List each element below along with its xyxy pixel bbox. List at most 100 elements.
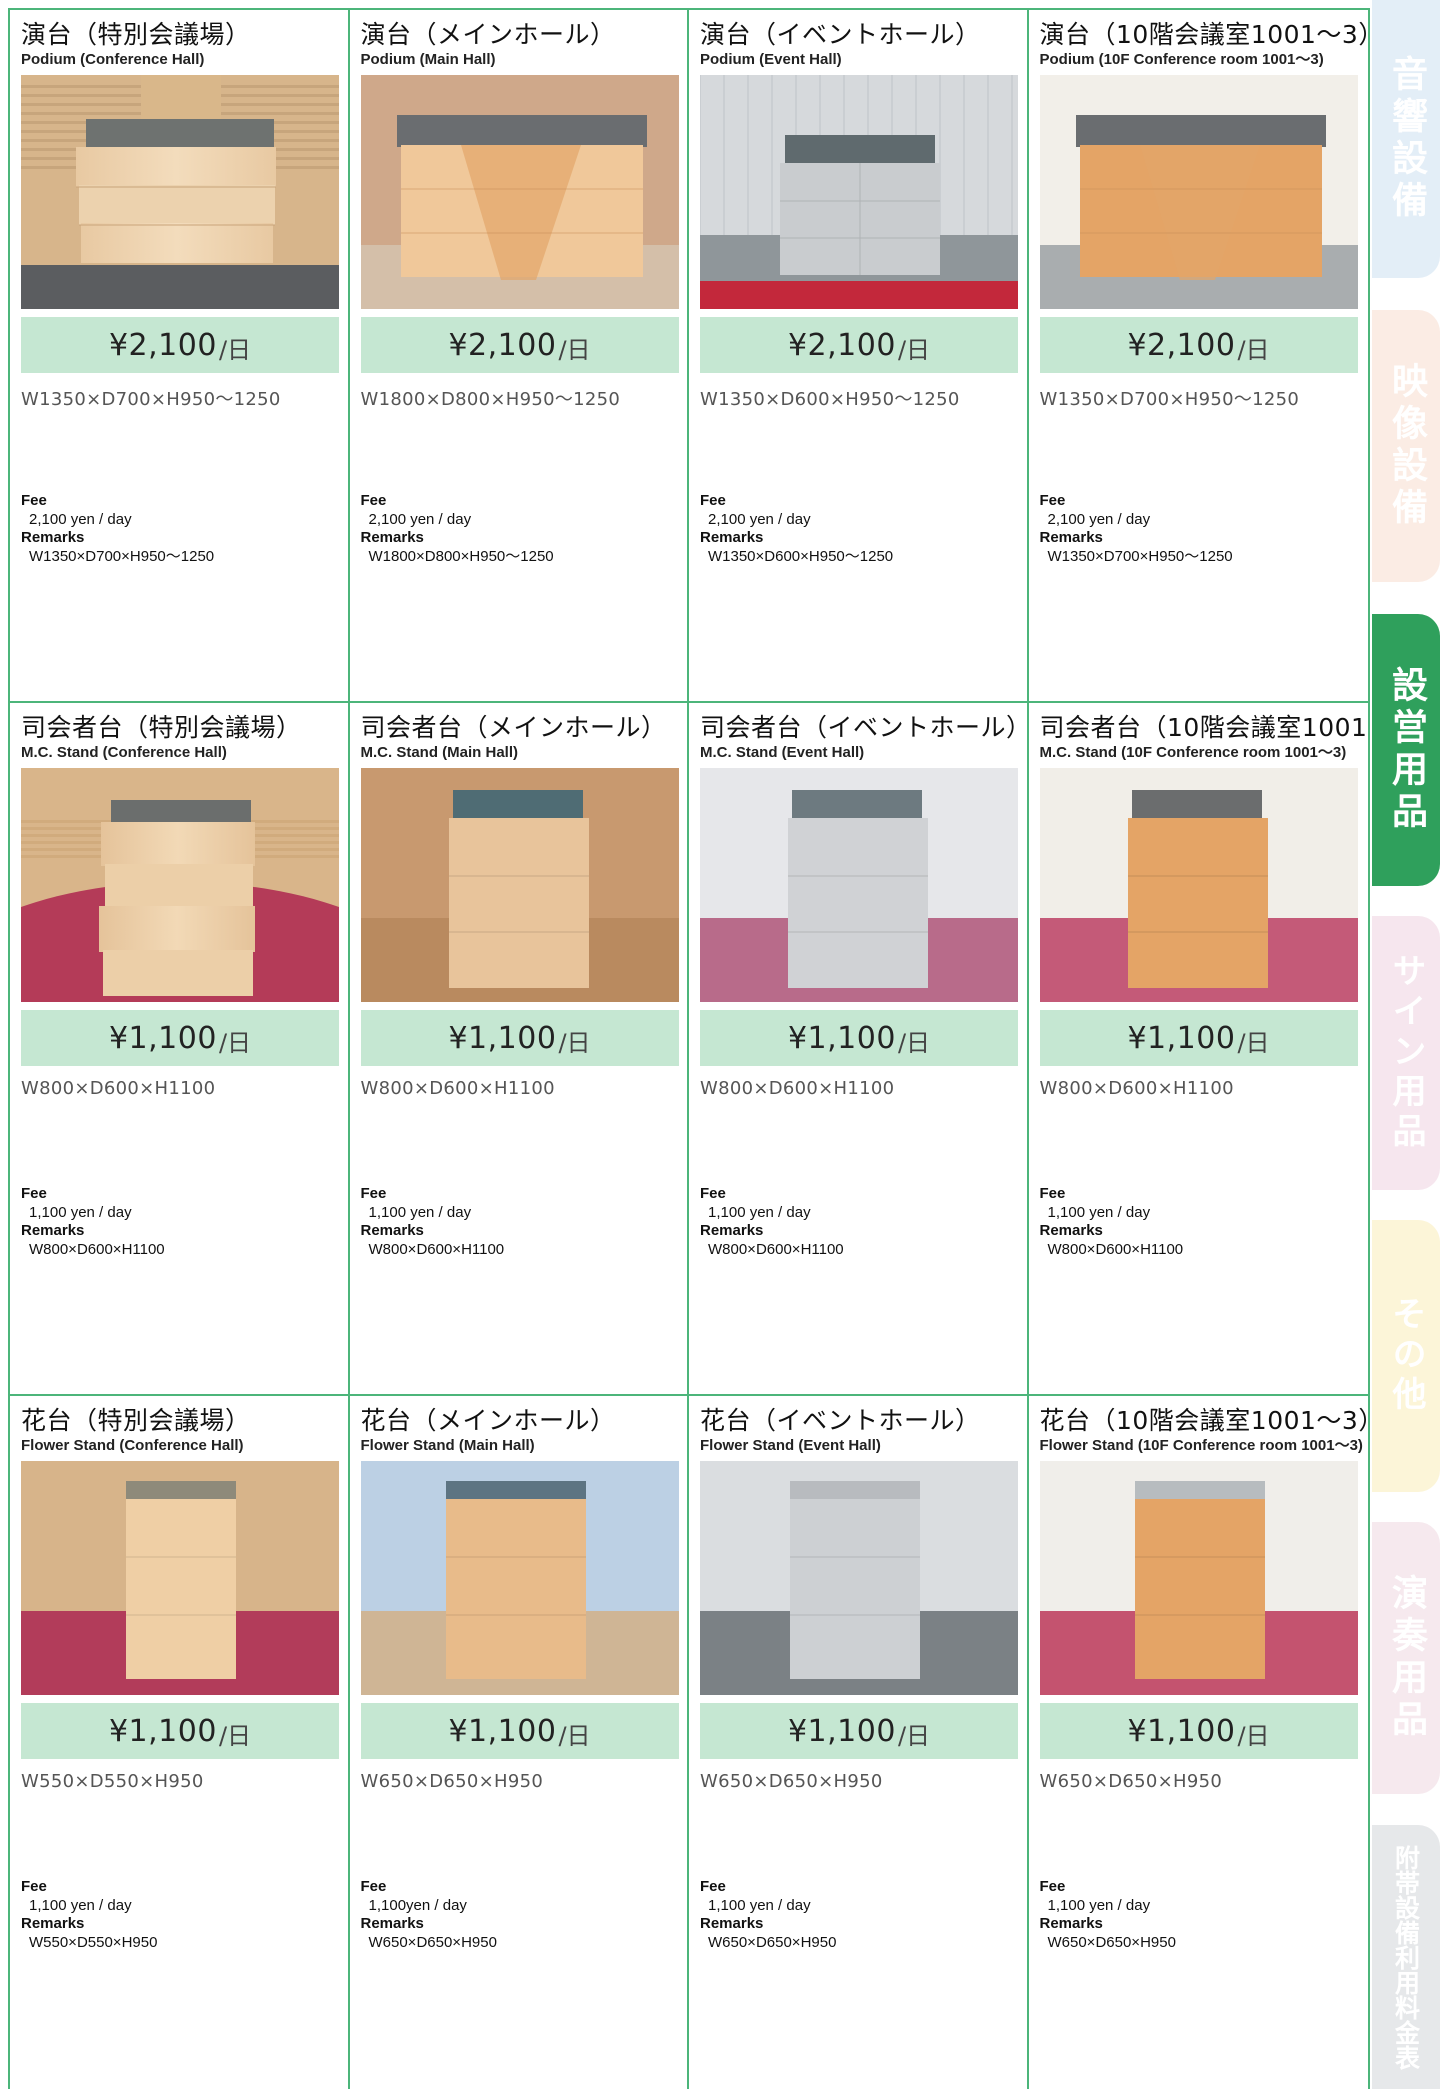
remarks-label: Remarks	[21, 529, 85, 546]
item-title-en: Flower Stand (Conference Hall)	[21, 1437, 244, 1454]
item-info: Fee 1,100 yen / day Remarks W800×D600×H1…	[21, 1185, 165, 1259]
item-title-jp: 演台（メインホール）	[360, 20, 616, 49]
item-dimensions: W650×D650×H950	[700, 1771, 883, 1792]
item-title-jp: 花台（10階会議室1001〜3）	[1039, 1406, 1369, 1435]
podium-10f-photo	[1039, 75, 1358, 309]
price-amount: ¥1,100	[448, 1020, 557, 1056]
remarks-label: Remarks	[700, 1222, 764, 1239]
item-dimensions: W650×D650×H950	[360, 1771, 544, 1792]
item-dimensions: W800×D600×H1100	[21, 1078, 216, 1099]
price-band: ¥1,100/日	[1039, 1703, 1358, 1759]
mc-stand-10f-photo	[1039, 768, 1358, 1002]
catalog-item: 演台（特別会議場） Podium (Conference Hall) ¥2,10…	[10, 10, 350, 703]
remarks-value: W1350×D600×H950〜1250	[708, 547, 894, 565]
price-amount: ¥2,100	[108, 327, 217, 363]
price-band: ¥1,100/日	[360, 1010, 679, 1066]
item-info: Fee 1,100 yen / day Remarks W800×D600×H1…	[361, 1185, 505, 1259]
category-tab[interactable]: 附帯設備利用料金表	[1372, 1825, 1440, 2089]
flower-stand-conference-hall-photo	[21, 1461, 339, 1695]
price-band: ¥1,100/日	[700, 1703, 1018, 1759]
price-amount: ¥1,100	[787, 1713, 896, 1749]
fee-label: Fee	[1039, 1878, 1066, 1895]
price-amount: ¥2,100	[787, 327, 896, 363]
price-unit: /日	[218, 335, 252, 364]
remarks-label: Remarks	[1039, 1915, 1103, 1932]
category-tab-label: 附帯設備利用料金表	[1391, 1844, 1421, 2070]
item-title-jp: 演台（10階会議室1001〜3）	[1039, 20, 1369, 49]
price-unit: /日	[1237, 335, 1270, 364]
item-title-jp: 司会者台（メインホール）	[360, 713, 667, 742]
remarks-value: W650×D650×H950	[368, 1933, 497, 1951]
category-tab[interactable]: 映像設備	[1372, 310, 1440, 582]
remarks-value: W800×D600×H1100	[708, 1240, 844, 1258]
item-info: Fee 2,100 yen / day Remarks W1350×D700×H…	[1040, 492, 1233, 566]
price-unit: /日	[897, 1721, 931, 1750]
price-amount: ¥1,100	[108, 1713, 217, 1749]
item-title-jp: 花台（イベントホール）	[700, 1406, 981, 1435]
category-tab[interactable]: その他	[1372, 1220, 1440, 1492]
price-band: ¥1,100/日	[360, 1703, 679, 1759]
item-info: Fee 2,100 yen / day Remarks W1350×D600×H…	[700, 492, 893, 566]
price-band: ¥1,100/日	[21, 1010, 339, 1066]
remarks-label: Remarks	[21, 1915, 85, 1932]
category-tab-label: 音響設備	[1386, 55, 1427, 223]
item-dimensions: W800×D600×H1100	[700, 1078, 895, 1099]
catalog-item: 花台（メインホール） Flower Stand (Main Hall) ¥1,1…	[350, 1396, 689, 2089]
category-tab[interactable]: 音響設備	[1372, 0, 1440, 278]
item-title-en: Flower Stand (10F Conference room 1001〜3…	[1039, 1437, 1363, 1454]
item-title-jp: 花台（特別会議場）	[21, 1406, 251, 1435]
item-info: Fee 1,100 yen / day Remarks W800×D600×H1…	[1040, 1185, 1184, 1259]
category-tab-label: 設営用品	[1386, 666, 1427, 834]
price-unit: /日	[218, 1721, 252, 1750]
item-dimensions: W550×D550×H950	[21, 1771, 204, 1792]
podium-conference-hall-photo	[21, 75, 339, 309]
fee-label: Fee	[700, 492, 726, 509]
fee-value: 2,100 yen / day	[29, 510, 132, 528]
price-amount: ¥2,100	[448, 327, 557, 363]
fee-value: 1,100 yen / day	[708, 1896, 811, 1914]
price-unit: /日	[558, 1721, 591, 1750]
category-tab-label: 映像設備	[1386, 362, 1427, 530]
fee-label: Fee	[1039, 1185, 1066, 1202]
remarks-label: Remarks	[360, 529, 424, 546]
price-band: ¥2,100/日	[21, 317, 339, 373]
category-tab-label: その他	[1386, 1296, 1426, 1416]
price-band: ¥2,100/日	[360, 317, 679, 373]
fee-label: Fee	[360, 1878, 387, 1895]
remarks-value: W1350×D700×H950〜1250	[1047, 547, 1233, 565]
item-dimensions: W800×D600×H1100	[360, 1078, 555, 1099]
catalog-item: 花台（イベントホール） Flower Stand (Event Hall) ¥1…	[689, 1396, 1029, 2089]
item-dimensions: W1350×D700×H950〜1250	[21, 389, 281, 410]
catalog-item: 演台（イベントホール） Podium (Event Hall) ¥2,100/日…	[689, 10, 1029, 703]
catalog-item: 司会者台（特別会議場） M.C. Stand (Conference Hall)…	[10, 703, 350, 1396]
remarks-value: W650×D650×H950	[708, 1933, 837, 1951]
item-title-jp: 司会者台（イベントホール）	[700, 713, 1029, 742]
category-tab[interactable]: サイン用品	[1372, 916, 1440, 1190]
fee-label: Fee	[1039, 492, 1066, 509]
remarks-value: W1800×D800×H950〜1250	[368, 547, 554, 565]
price-band: ¥2,100/日	[700, 317, 1018, 373]
catalog-item: 演台（10階会議室1001〜3） Podium (10F Conference …	[1028, 10, 1369, 703]
price-amount: ¥1,100	[108, 1020, 217, 1056]
remarks-value: W550×D550×H950	[29, 1933, 158, 1951]
price-unit: /日	[1237, 1721, 1270, 1750]
item-title-jp: 花台（メインホール）	[360, 1406, 616, 1435]
item-info: Fee 1,100 yen / day Remarks W650×D650×H9…	[700, 1878, 836, 1952]
item-title-en: M.C. Stand (10F Conference room 1001〜3)	[1039, 744, 1347, 761]
category-tab[interactable]: 設営用品	[1372, 614, 1440, 886]
catalog-item: 花台（10階会議室1001〜3） Flower Stand (10F Confe…	[1029, 1396, 1369, 2089]
item-info: Fee 2,100 yen / day Remarks W1350×D700×H…	[21, 492, 214, 566]
fee-value: 1,100 yen / day	[368, 1203, 472, 1221]
podium-event-hall-photo	[700, 75, 1018, 309]
category-tab[interactable]: 演奏用品	[1372, 1522, 1440, 1794]
item-title-en: M.C. Stand (Event Hall)	[700, 744, 865, 761]
category-tabs: 音響設備映像設備設営用品サイン用品その他演奏用品附帯設備利用料金表	[1372, 0, 1441, 2089]
remarks-value: W650×D650×H950	[1047, 1933, 1176, 1951]
remarks-label: Remarks	[700, 529, 764, 546]
item-dimensions: W1350×D600×H950〜1250	[700, 389, 960, 410]
remarks-label: Remarks	[1039, 1222, 1103, 1239]
catalog-item: 司会者台（10階会議室1001〜3） M.C. Stand (10F Confe…	[1028, 703, 1368, 1396]
item-title-jp: 演台（特別会議場）	[21, 20, 251, 49]
remarks-value: W1350×D700×H950〜1250	[29, 547, 215, 565]
fee-label: Fee	[21, 1878, 47, 1895]
